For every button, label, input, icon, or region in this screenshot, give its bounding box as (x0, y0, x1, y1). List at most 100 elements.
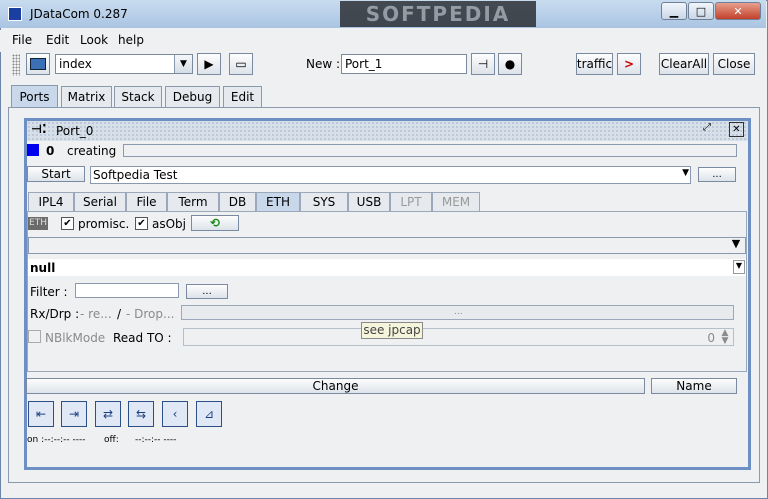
chevron-left-icon: ‹ (172, 407, 178, 421)
port-frame-title: Port_0 (56, 124, 94, 138)
asobj-label: asObj (152, 217, 187, 231)
menu-help[interactable]: help (118, 33, 144, 47)
tab-mem[interactable]: MEM (432, 192, 480, 211)
tab-term[interactable]: Term (167, 192, 219, 211)
filter-label: Filter : (30, 285, 68, 299)
readto-value: 0 (707, 331, 715, 345)
eth-badge: ETH (28, 217, 48, 230)
picture-icon (30, 58, 46, 70)
index-combo[interactable]: index ▼ (55, 54, 193, 74)
play-icon: ▶ (204, 57, 214, 71)
drop-progress-text: ... (454, 307, 463, 317)
send-right-button[interactable]: ⇥ (61, 401, 87, 427)
connect-button[interactable]: ⊣ (471, 53, 495, 75)
tab-sys[interactable]: SYS (300, 192, 348, 211)
terminal-icon: > (623, 57, 635, 71)
nblkmode-label: NBlkMode (45, 331, 106, 345)
clearall-button[interactable]: ClearAll (659, 53, 709, 75)
close-icon: ✕ (733, 4, 743, 18)
watermark-logo: SOFTPEDIA (340, 1, 536, 27)
name-button[interactable]: Name (651, 378, 737, 394)
null-text: null (30, 261, 56, 275)
menu-file[interactable]: File (12, 33, 32, 47)
footer-off-value: --:--:-- ---- (135, 435, 177, 445)
promisc-label: promisc. (78, 217, 130, 231)
chevron-down-icon[interactable]: ▼ (718, 337, 732, 346)
nblkmode-checkbox[interactable] (28, 330, 41, 343)
tab-stack[interactable]: Stack (114, 86, 162, 107)
chevron-down-icon[interactable]: ▼ (174, 55, 192, 73)
chevron-down-icon[interactable]: ▼ (728, 237, 744, 253)
promisc-checkbox[interactable]: ✔ (61, 217, 74, 230)
tab-usb[interactable]: USB (348, 192, 390, 211)
start-button[interactable]: Start (27, 166, 85, 182)
tab-lpt[interactable]: LPT (390, 192, 432, 211)
swap-button[interactable]: ⇆ (128, 401, 154, 427)
frame-close-icon[interactable]: ✕ (729, 122, 744, 137)
tab-matrix[interactable]: Matrix (61, 86, 112, 107)
null-combo[interactable]: null ▼ (28, 259, 746, 276)
exchange-icon: ⇄ (102, 407, 114, 421)
tab-serial[interactable]: Serial (74, 192, 126, 211)
port-connector-icon: ⊣⁚ (31, 122, 47, 136)
frame-button[interactable]: ▭ (229, 53, 253, 75)
tab-ports[interactable]: Ports (11, 85, 58, 107)
menu-edit[interactable]: Edit (46, 33, 69, 47)
chevron-down-icon[interactable]: ▼ (682, 168, 689, 178)
chevron-down-icon[interactable]: ▼ (733, 260, 745, 274)
maximize-icon: □ (695, 4, 707, 18)
restore-icon[interactable]: ⤢ (703, 122, 719, 138)
start-browse-button[interactable]: ... (698, 167, 736, 182)
minimize-button[interactable]: ▁ (661, 2, 687, 20)
start-combo-value: Softpedia Test (93, 168, 178, 182)
tab-debug[interactable]: Debug (165, 86, 220, 107)
refresh-icon: ⟲ (209, 216, 221, 230)
tab-eth[interactable]: ETH (256, 192, 300, 211)
tooltip: see jpcap (361, 322, 423, 339)
readto-spinner[interactable]: 0 ▲ ▼ (183, 328, 734, 346)
window-title: JDataCom 0.287 (30, 7, 128, 21)
close-window-button[interactable]: ✕ (715, 2, 761, 20)
index-combo-value: index (59, 57, 92, 71)
port-frame-titlebar[interactable] (27, 121, 748, 141)
footer-on: on :--:--:-- ---- (27, 435, 86, 445)
tab-db[interactable]: DB (219, 192, 256, 211)
tab-file[interactable]: File (126, 192, 167, 211)
footer-off-label: off: (104, 435, 119, 445)
rxdrp-label: Rx/Drp : (30, 307, 80, 321)
chart-icon: ⊿ (203, 407, 215, 421)
filter-input[interactable] (75, 283, 179, 298)
play-button[interactable]: ▶ (197, 53, 221, 75)
asobj-checkbox[interactable]: ✔ (135, 217, 148, 230)
record-button[interactable]: ● (498, 53, 522, 75)
change-button[interactable]: Change (26, 378, 645, 394)
device-combo[interactable]: ▼ (28, 237, 746, 254)
circle-icon: ● (504, 57, 516, 71)
window-icon: ▭ (235, 57, 247, 71)
tab-ipl4[interactable]: IPL4 (28, 192, 74, 211)
rx-value: - re... (80, 307, 112, 321)
exchange-button[interactable]: ⇄ (95, 401, 121, 427)
status-progress (123, 144, 737, 157)
new-port-input[interactable]: Port_1 (341, 54, 467, 74)
toolbar-grip[interactable] (12, 54, 20, 76)
drop-progress: ... (181, 305, 734, 320)
close-button[interactable]: Close (713, 53, 755, 75)
tab-edit[interactable]: Edit (223, 86, 262, 107)
traffic-button[interactable]: traffic (576, 53, 613, 75)
status-count: 0 (46, 144, 55, 158)
refresh-button[interactable]: ⟲ (191, 215, 239, 231)
index-image-button[interactable] (26, 53, 50, 75)
swap-icon: ⇆ (135, 407, 147, 421)
chart-button[interactable]: ⊿ (196, 401, 222, 427)
send-left-button[interactable]: ⇤ (28, 401, 54, 427)
maximize-button[interactable]: □ (688, 2, 714, 20)
menu-bar (0, 30, 766, 52)
start-combo[interactable]: Softpedia Test ▼ (90, 166, 691, 184)
back-button[interactable]: ‹ (162, 401, 188, 427)
rx-slash: / (117, 307, 122, 321)
menu-look[interactable]: Look (80, 33, 108, 47)
terminal-button[interactable]: > (617, 53, 641, 75)
status-square (27, 144, 39, 156)
filter-browse-button[interactable]: ... (186, 284, 228, 299)
